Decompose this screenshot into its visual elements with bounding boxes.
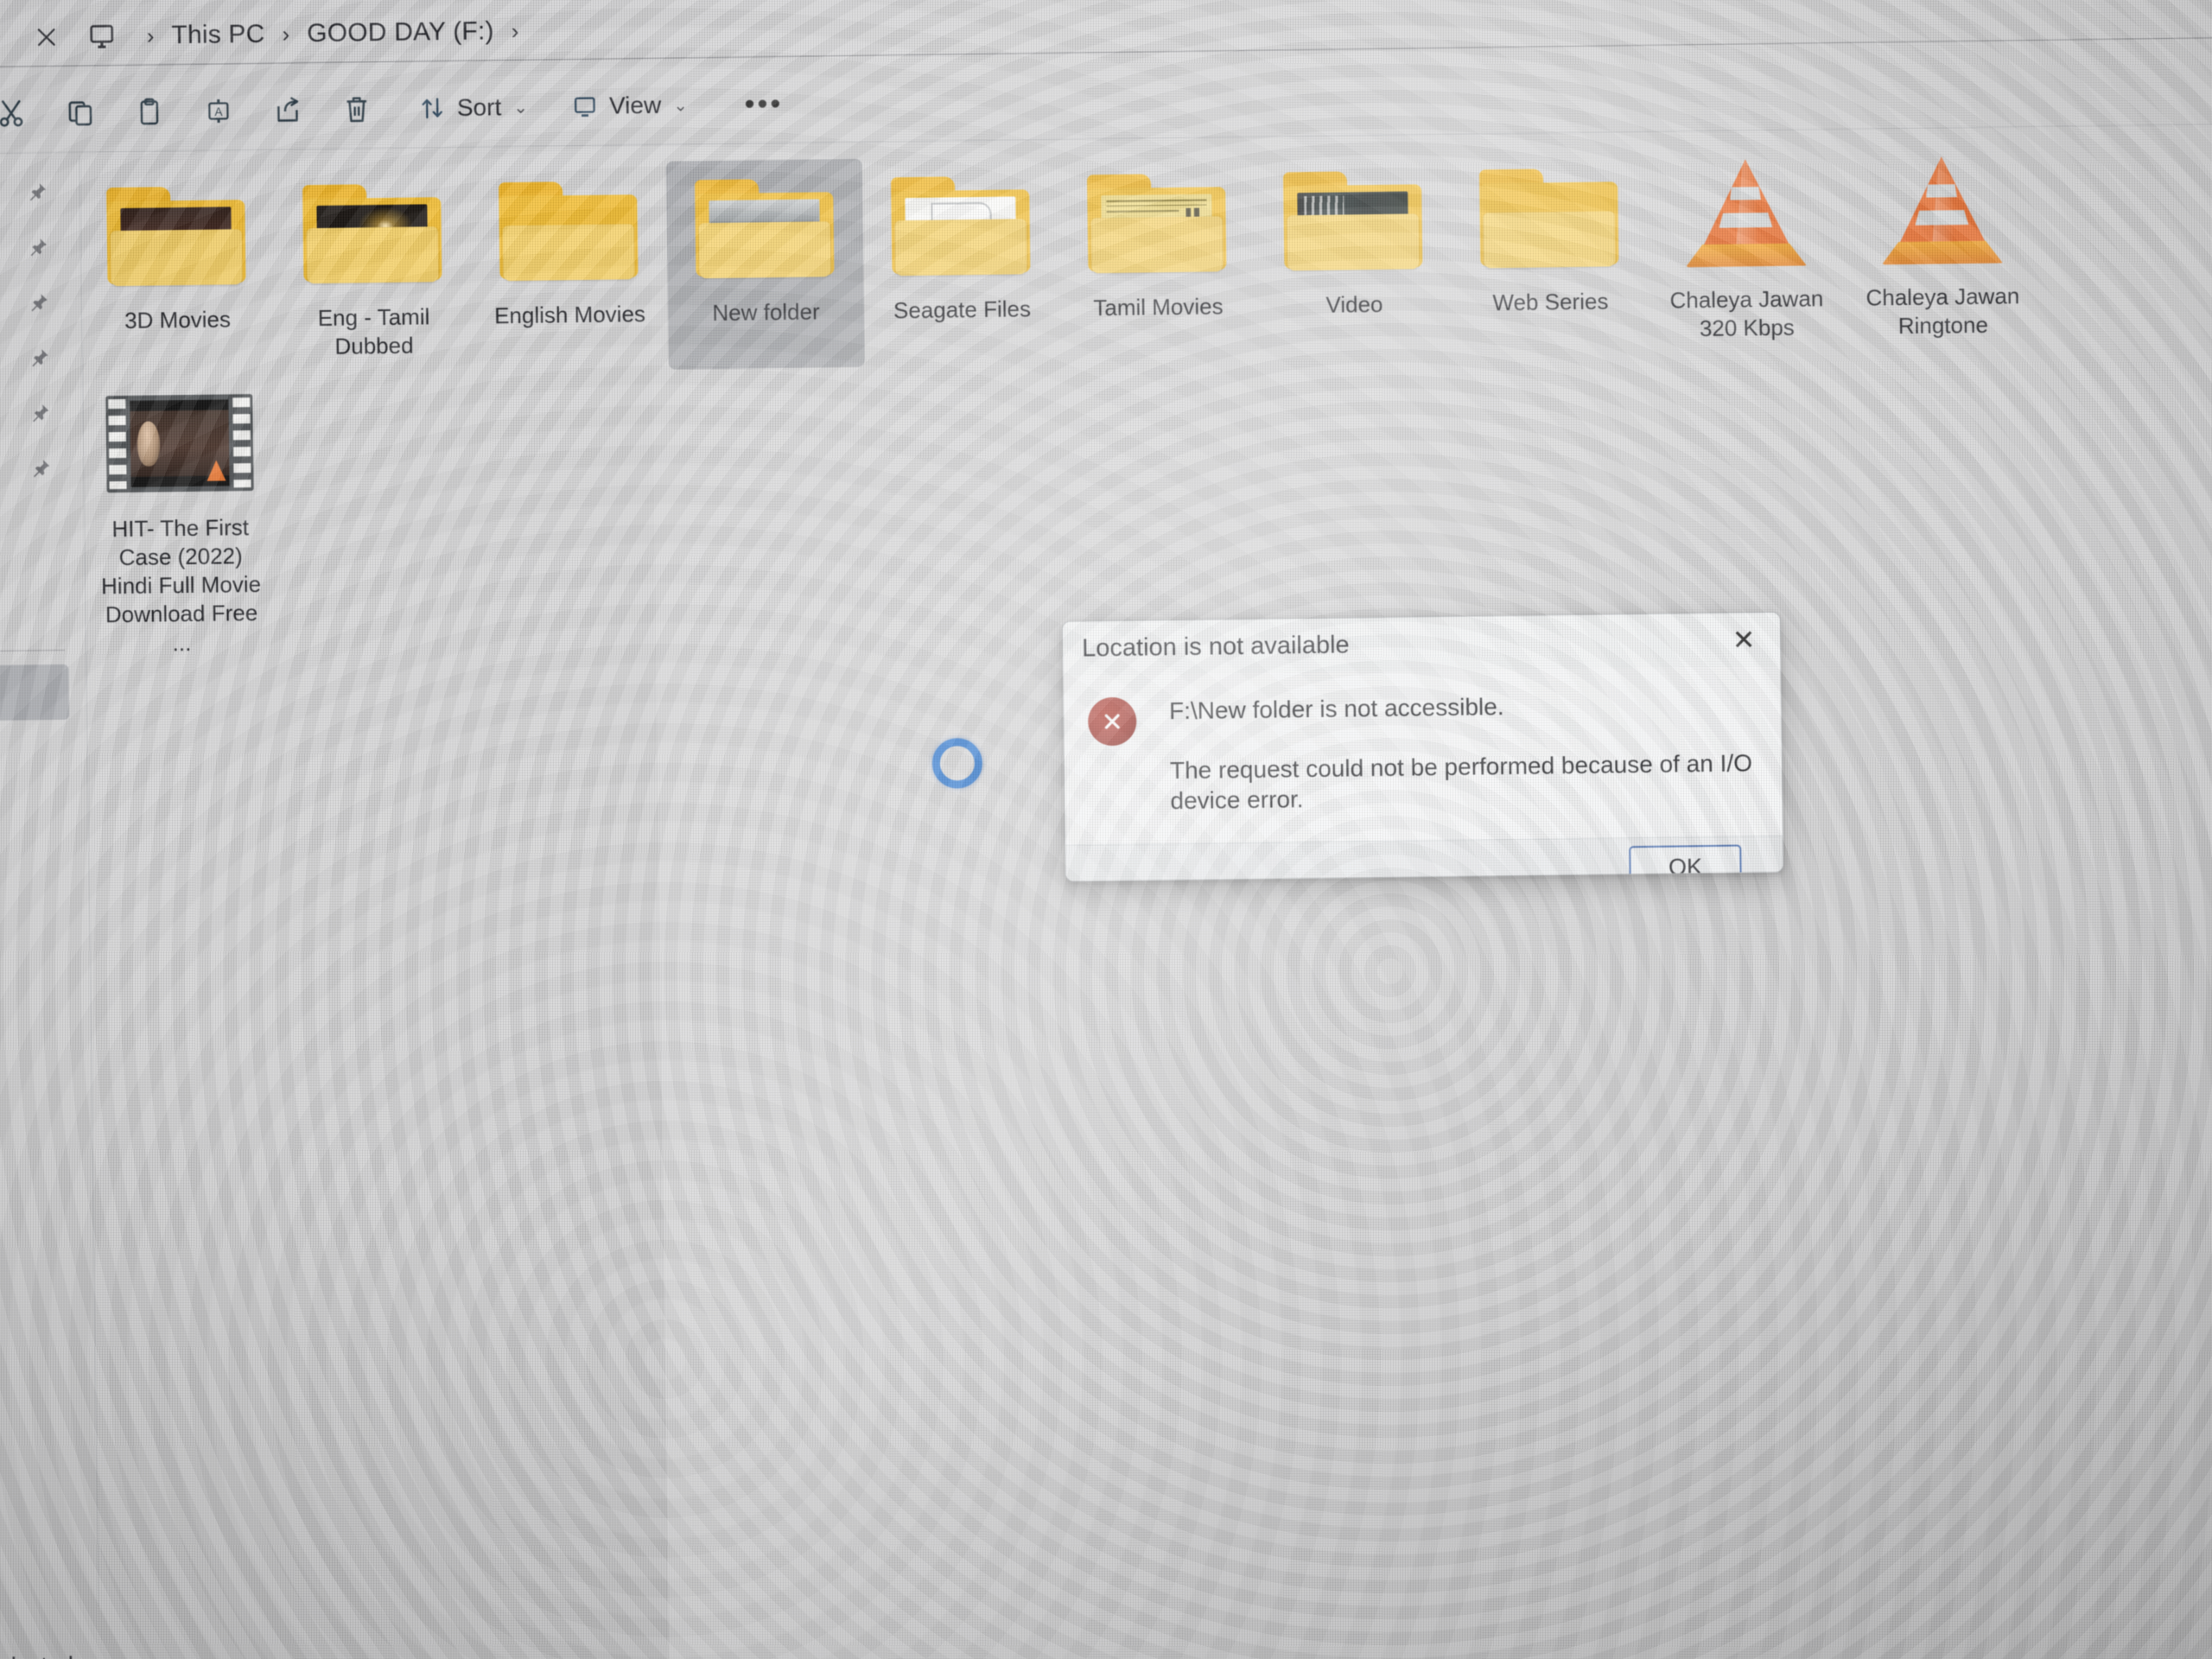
sidebar-item-3[interactable] (0, 330, 80, 389)
pin-icon[interactable] (28, 346, 50, 369)
file-item[interactable]: Chaleya Jawan Ringtone (1843, 143, 2042, 353)
file-name-label: Eng - Tamil Dubbed (317, 303, 430, 360)
dialog-message-line-2: The request could not be performed becau… (1169, 748, 1753, 814)
sidebar-drive-day-f[interactable]: AY (F:) (0, 886, 87, 944)
dialog-message-line-1: F:\New folder is not accessible. (1168, 693, 1504, 725)
copy-button[interactable] (46, 85, 116, 141)
pin-icon[interactable] (29, 457, 52, 480)
chevron-down-icon: ⌄ (673, 95, 689, 116)
up-arrow-icon[interactable] (0, 14, 19, 63)
file-item-selected[interactable]: New folder (665, 158, 865, 370)
status-selection-text: m selected (0, 1651, 73, 1659)
folder-icon (1276, 162, 1430, 277)
pin-icon[interactable] (28, 291, 50, 314)
svg-text:A: A (214, 105, 222, 118)
folder-icon (688, 169, 842, 285)
cut-button[interactable] (0, 86, 46, 142)
folder-icon (492, 172, 645, 288)
file-item[interactable]: Chaleya Jawan 320 Kbps (1647, 146, 1846, 356)
sidebar-drive-good-day-f[interactable]: DAY (F:) (0, 830, 87, 889)
breadcrumb-separator-1: › (282, 20, 290, 48)
breadcrumb: › This PC › GOOD DAY (F:) › (141, 13, 524, 54)
file-item[interactable]: Seagate Files (862, 156, 1061, 366)
sidebar-item-4[interactable] (0, 385, 81, 444)
vlc-cone-icon (1865, 154, 2018, 270)
folder-icon (1472, 159, 1626, 275)
rename-button[interactable]: A (183, 83, 253, 139)
sidebar-drive-windows-c[interactable]: WS (C:) (0, 720, 86, 779)
sidebar-item-mail[interactable]: ail (0, 581, 84, 639)
command-toolbar: A Sort ⌄ View ⌄ ••• (0, 49, 2212, 150)
file-grid: 3D Movies Eng - Tamil Dubbed English Mov… (78, 133, 2176, 671)
file-explorer-window: › This PC › GOOD DAY (F:) › A Sort ⌄ Vie… (0, 0, 2212, 1659)
view-label: View (608, 91, 662, 119)
explorer-window-screen: › This PC › GOOD DAY (F:) › A Sort ⌄ Vie… (0, 0, 2212, 1659)
sort-icon (419, 94, 447, 122)
sidebar-item-downloads[interactable]: ds (0, 219, 79, 278)
sidebar-item-madness-log[interactable]: adness Lo (0, 525, 83, 584)
file-item[interactable]: HIT- The First Case (2022) Hindi Full Mo… (80, 374, 280, 671)
more-options-button[interactable]: ••• (729, 76, 799, 132)
paste-button[interactable] (115, 84, 185, 140)
file-item[interactable]: Tamil Movies (1058, 154, 1257, 364)
sidebar-item-documents[interactable]: nts (0, 275, 79, 334)
file-item[interactable]: Video (1255, 151, 1453, 361)
dialog-title: Location is not available (1081, 630, 1350, 662)
folder-icon (99, 177, 253, 293)
photographed-screen: › This PC › GOOD DAY (F:) › A Sort ⌄ Vie… (0, 0, 2212, 1659)
file-name-label: English Movies (493, 301, 646, 329)
error-cross-icon (1087, 696, 1137, 747)
sidebar-item-5[interactable] (0, 441, 82, 499)
file-item[interactable]: 3D Movies (78, 167, 276, 377)
error-dialog: Location is not available ✕ F:\New folde… (1061, 611, 1784, 882)
stop-close-icon[interactable] (18, 13, 74, 62)
close-icon[interactable]: ✕ (1707, 613, 1781, 667)
sidebar-divider (0, 649, 66, 654)
sort-label: Sort (456, 93, 502, 121)
view-icon (571, 92, 599, 120)
pin-icon[interactable] (26, 181, 48, 203)
breadcrumb-separator-0: › (146, 22, 155, 49)
chevron-down-icon: ⌄ (513, 98, 529, 118)
file-name-label: New folder (712, 298, 820, 327)
status-bar: m selected (0, 1611, 2212, 1659)
folder-icon (884, 167, 1038, 283)
dialog-title-bar: Location is not available ✕ (1062, 612, 1781, 676)
share-button[interactable] (252, 82, 322, 138)
file-item[interactable]: Web Series (1451, 149, 1649, 359)
folder-icon (1080, 164, 1234, 280)
file-name-label: Web Series (1492, 288, 1609, 316)
file-name-label: 3D Movies (124, 306, 232, 334)
sidebar-drive-selected[interactable] (0, 664, 70, 723)
folder-icon (296, 175, 449, 290)
file-name-label: Tamil Movies (1093, 293, 1224, 321)
delete-button[interactable] (321, 81, 391, 137)
sidebar-drive-madness[interactable]: MADNESS (0, 775, 86, 834)
file-name-label: Chaleya Jawan 320 Kbps (1669, 285, 1824, 342)
sort-button[interactable]: Sort ⌄ (403, 79, 543, 137)
file-item[interactable]: Eng - Tamil Dubbed (274, 164, 473, 374)
file-item[interactable]: English Movies (470, 162, 669, 372)
this-pc-monitor-icon[interactable] (73, 12, 130, 61)
film-strip-icon (103, 385, 257, 501)
sidebar-item-0[interactable] (0, 164, 79, 223)
file-name-label: Chaleya Jawan Ringtone (1866, 283, 2020, 340)
breadcrumb-separator-2[interactable]: › (505, 17, 524, 44)
vlc-cone-icon (1669, 156, 1822, 272)
breadcrumb-item-this-pc[interactable]: This PC (159, 16, 277, 54)
view-button[interactable]: View ⌄ (556, 77, 704, 134)
pin-icon[interactable] (29, 402, 51, 424)
file-name-label: HIT- The First Case (2022) Hindi Full Mo… (100, 513, 262, 656)
dialog-body: F:\New folder is not accessible. The req… (1063, 665, 1783, 845)
pin-icon[interactable] (27, 236, 49, 258)
breadcrumb-item-good-day-f[interactable]: GOOD DAY (F:) (295, 13, 506, 52)
file-name-label: Seagate Files (893, 296, 1032, 324)
file-name-label: Video (1325, 290, 1383, 318)
